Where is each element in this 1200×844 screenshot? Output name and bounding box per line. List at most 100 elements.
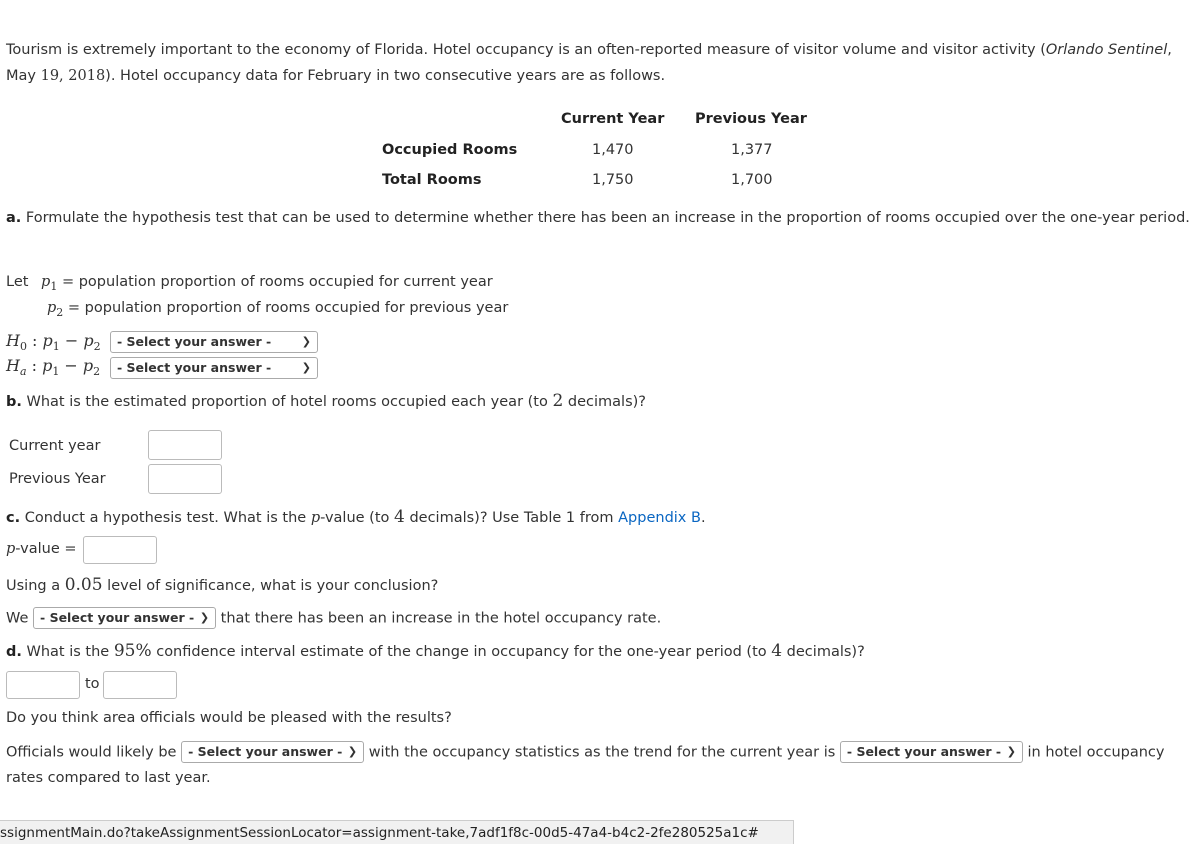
part-d-question: d. What is the 95% confidence interval e…: [6, 641, 865, 661]
previous-year-input[interactable]: [148, 464, 222, 494]
decimals: 4: [394, 507, 405, 527]
p2-sub: 2: [93, 340, 101, 354]
p1-symbol: p: [41, 274, 51, 290]
ha-select[interactable]: - Select your answer - ❯: [110, 357, 318, 379]
sig-level: 0.05: [64, 575, 103, 595]
officials-row: Officials would likely be - Select your …: [6, 740, 1194, 791]
part-a-label: a.: [6, 210, 22, 226]
intro-text: Tourism is extremely important to the ec…: [6, 37, 1194, 89]
row-label-total: Total Rooms: [382, 172, 482, 188]
sig-post: level of significance, what is your conc…: [102, 578, 439, 594]
decimals: 2: [552, 391, 564, 411]
ha-select-wrap: - Select your answer - ❯: [110, 357, 318, 379]
ha-symbol: H: [6, 356, 20, 375]
p1-sub: 1: [52, 340, 60, 354]
part-d-text: What is the: [21, 644, 114, 660]
date-nums: 19, 2018: [40, 68, 106, 84]
header-previous-year: Previous Year: [695, 111, 807, 127]
h0-symbol: H: [6, 331, 20, 350]
appendix-b-link[interactable]: Appendix B: [618, 510, 701, 526]
chevron-down-icon: ❯: [1006, 745, 1016, 758]
colon: :: [26, 331, 43, 350]
equals: =: [63, 300, 85, 316]
conclusion-row: We - Select your answer - ❯ that there ha…: [6, 606, 1194, 632]
chevron-down-icon: ❯: [301, 361, 311, 374]
part-b-label: b.: [6, 394, 22, 410]
date-month: May: [6, 68, 41, 84]
p1-symbol: p: [42, 331, 53, 350]
p1-def: population proportion of rooms occupied …: [78, 274, 493, 290]
chevron-down-icon: ❯: [301, 335, 311, 348]
officials-mid: with the occupancy statistics as the tre…: [368, 744, 836, 761]
part-c-question: c. Conduct a hypothesis test. What is th…: [6, 507, 706, 527]
part-b-text-end: decimals)?: [563, 394, 646, 410]
part-a-question: a. Formulate the hypothesis test that ca…: [6, 205, 1194, 231]
part-d-text-mid: confidence interval estimate of the chan…: [151, 644, 772, 660]
ci-upper-input[interactable]: [103, 671, 177, 699]
we-label: We: [6, 610, 29, 627]
ha-select-value: - Select your answer -: [117, 360, 272, 375]
p1-definition: Let p1 = population proportion of rooms …: [6, 274, 493, 293]
followup-question: Do you think area officials would be ple…: [6, 710, 452, 726]
minus: −: [59, 356, 83, 375]
colon: :: [26, 356, 43, 375]
intro-line: Tourism is extremely important to the ec…: [6, 42, 1046, 58]
conclusion-select[interactable]: - Select your answer - ❯: [33, 607, 217, 629]
p-symbol: p: [310, 510, 321, 526]
h0-select-value: - Select your answer -: [117, 334, 272, 349]
pvalue-input[interactable]: [83, 536, 157, 564]
equals: =: [57, 274, 79, 290]
null-hypothesis: H0 : p1 − p2: [6, 331, 101, 353]
officials-select[interactable]: - Select your answer - ❯: [181, 741, 365, 763]
h0-select-wrap: - Select your answer - ❯: [110, 331, 318, 353]
part-c-label: c.: [6, 510, 21, 526]
trend-select-value: - Select your answer -: [846, 744, 1002, 759]
conclusion-select-value: - Select your answer -: [40, 610, 195, 625]
previous-year-label: Previous Year: [9, 471, 106, 487]
confidence-level: 95%: [113, 641, 152, 661]
to-label: to: [85, 676, 100, 692]
part-c-text: Conduct a hypothesis test. What is the: [20, 510, 311, 526]
period: .: [700, 510, 706, 526]
decimals: 4: [771, 641, 783, 661]
chevron-down-icon: ❯: [199, 611, 210, 624]
cell-total-current: 1,750: [592, 172, 634, 188]
p2-sub: 2: [93, 365, 101, 379]
sig-pre: Using a: [6, 578, 65, 594]
part-b-text: What is the estimated proportion of hote…: [21, 394, 553, 410]
part-a-text-cont: period.: [1139, 210, 1190, 226]
let-label: Let: [6, 274, 29, 290]
p2-symbol: p: [83, 331, 94, 350]
alt-hypothesis: Ha : p1 − p2: [6, 356, 100, 378]
h0-sub: 0: [19, 340, 27, 354]
cell-total-previous: 1,700: [731, 172, 773, 188]
trend-select[interactable]: - Select your answer - ❯: [839, 741, 1023, 763]
status-bar-url: ssignmentMain.do?takeAssignmentSessionLo…: [0, 820, 794, 844]
p2-symbol: p: [47, 300, 57, 316]
ci-lower-input[interactable]: [6, 671, 80, 699]
officials-pre: Officials would likely be: [6, 744, 177, 761]
current-year-input[interactable]: [148, 430, 222, 460]
minus: −: [59, 331, 84, 350]
intro-rest: ). Hotel occupancy data for February in …: [105, 68, 666, 84]
part-d-text-end: decimals)?: [782, 644, 865, 660]
h0-select[interactable]: - Select your answer - ❯: [110, 331, 318, 353]
chevron-down-icon: ❯: [347, 745, 358, 758]
p2-definition: p2 = population proportion of rooms occu…: [47, 300, 508, 319]
cell-occupied-current: 1,470: [592, 142, 634, 158]
officials-select-value: - Select your answer -: [188, 744, 343, 759]
p2-symbol: p: [82, 356, 94, 375]
p-symbol: p: [6, 541, 16, 557]
header-current-year: Current Year: [561, 111, 665, 127]
conclusion-text: that there has been an increase in the h…: [220, 610, 662, 627]
intro-comma: ,: [1167, 42, 1172, 58]
cell-occupied-previous: 1,377: [731, 142, 773, 158]
current-year-label: Current year: [9, 438, 101, 454]
p1-symbol: p: [42, 356, 53, 375]
pvalue-label: p-value =: [6, 541, 77, 557]
row-label-occupied: Occupied Rooms: [382, 142, 518, 158]
part-d-label: d.: [6, 644, 22, 660]
source-name: Orlando Sentinel: [1045, 42, 1168, 58]
part-c-text-mid: -value (to: [320, 510, 395, 526]
part-a-text: Formulate the hypothesis test that can b…: [21, 210, 1135, 226]
